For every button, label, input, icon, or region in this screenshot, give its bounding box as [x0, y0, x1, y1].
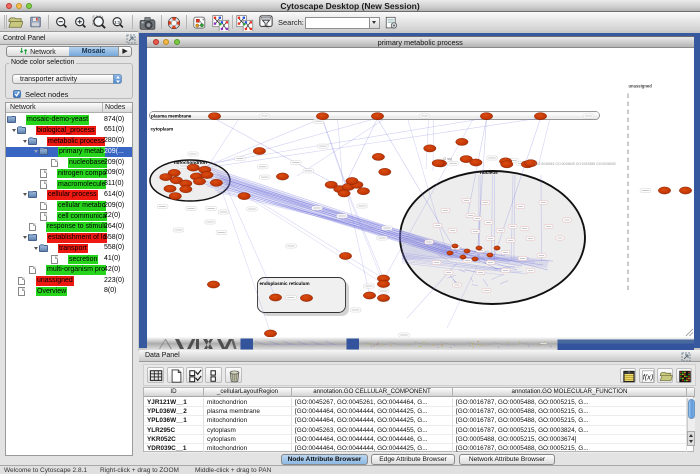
svg-text:1:1: 1:1 — [114, 19, 121, 24]
svg-text:nucleus: nucleus — [480, 170, 498, 175]
svg-text:(2 ss): (2 ss) — [443, 157, 452, 161]
svg-text:unassigned: unassigned — [628, 84, 652, 89]
svg-text:plasma membrane: plasma membrane — [151, 114, 192, 119]
svg-text:f(x): f(x) — [642, 372, 653, 381]
svg-text:cytoplasm: cytoplasm — [150, 127, 173, 132]
svg-text:endoplasmic reticulum: endoplasmic reticulum — [259, 281, 309, 286]
svg-text:GO:0046943 GO:0015849 GO:00153: GO:0046943 GO:0015849 GO:0015355 GO:0008… — [535, 162, 616, 166]
